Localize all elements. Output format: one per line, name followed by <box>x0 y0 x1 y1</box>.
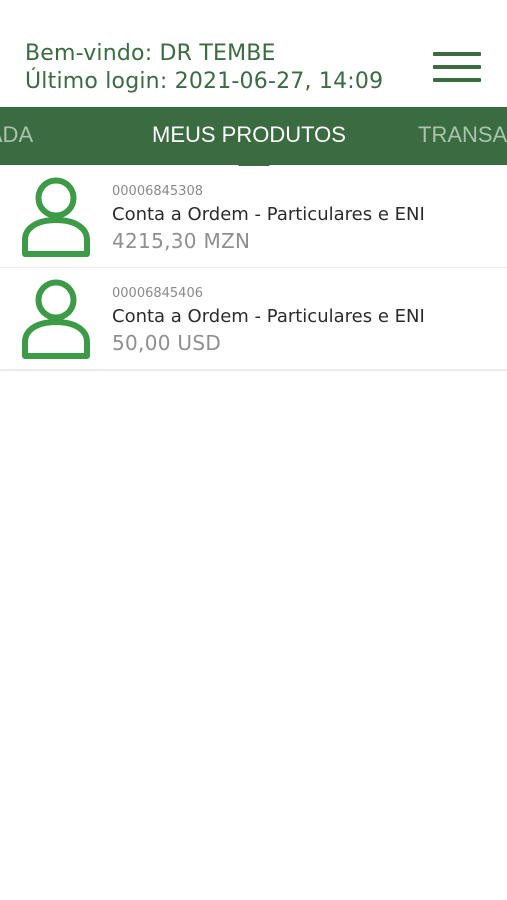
tab-bar: RADA MEUS PRODUTOS TRANSA <box>0 107 507 165</box>
account-balance: 4215,30 MZN <box>112 229 251 253</box>
welcome-block: Bem-vindo: DR TEMBE Último login: 2021-0… <box>25 40 383 96</box>
user-avatar-icon <box>22 279 90 359</box>
account-balance: 50,00 USD <box>112 331 222 355</box>
welcome-text: Bem-vindo: DR TEMBE <box>25 41 276 66</box>
menu-bar <box>433 78 481 82</box>
account-name: Conta a Ordem - Particulares e ENI <box>112 204 425 225</box>
tab-entrada[interactable]: RADA <box>0 107 33 165</box>
app-header: Bem-vindo: DR TEMBE Último login: 2021-0… <box>0 0 507 107</box>
product-row[interactable]: 00006845308 Conta a Ordem - Particulares… <box>0 166 507 269</box>
account-number: 00006845406 <box>112 286 203 301</box>
account-number: 00006845308 <box>112 184 203 199</box>
hamburger-menu-icon[interactable] <box>430 48 484 88</box>
menu-bar <box>433 65 481 69</box>
last-login-text: Último login: 2021-06-27, 14:09 <box>25 69 384 94</box>
user-avatar-icon <box>22 177 90 257</box>
account-name: Conta a Ordem - Particulares e ENI <box>112 306 425 327</box>
tab-meus-produtos[interactable]: MEUS PRODUTOS <box>152 107 346 165</box>
menu-bar <box>433 52 481 56</box>
app-screen: Bem-vindo: DR TEMBE Último login: 2021-0… <box>0 0 507 900</box>
tab-transacoes[interactable]: TRANSA <box>418 107 507 165</box>
product-row[interactable]: 00006845406 Conta a Ordem - Particulares… <box>0 268 507 371</box>
